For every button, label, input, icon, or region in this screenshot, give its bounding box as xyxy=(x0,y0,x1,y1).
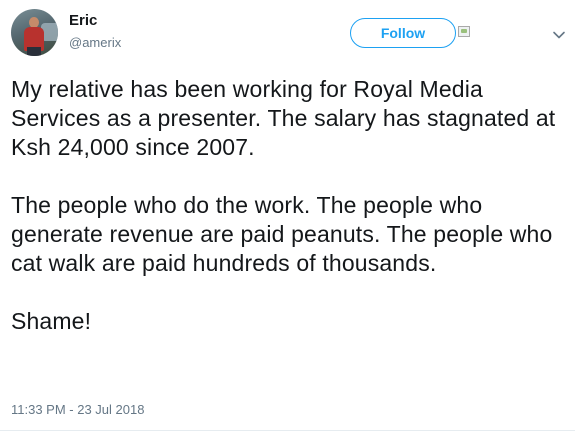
tweet-paragraph: Shame! xyxy=(11,308,92,334)
tweet-text: My relative has been working for Royal M… xyxy=(11,75,571,336)
divider xyxy=(0,430,575,431)
chevron-down-icon[interactable] xyxy=(552,28,566,42)
tweet-paragraph: The people who do the work. The people w… xyxy=(11,192,553,276)
follow-button[interactable]: Follow xyxy=(350,18,456,48)
tweet-timestamp[interactable]: 11:33 PM - 23 Jul 2018 xyxy=(11,402,144,418)
user-handle[interactable]: @amerix xyxy=(69,35,121,51)
avatar-person-legs xyxy=(27,47,41,56)
tweet-paragraph: My relative has been working for Royal M… xyxy=(11,76,556,160)
tweet-card: Eric @amerix Follow My relative has been… xyxy=(0,0,575,438)
broken-image-icon xyxy=(458,26,470,37)
avatar[interactable] xyxy=(11,9,58,56)
display-name[interactable]: Eric xyxy=(69,12,97,30)
